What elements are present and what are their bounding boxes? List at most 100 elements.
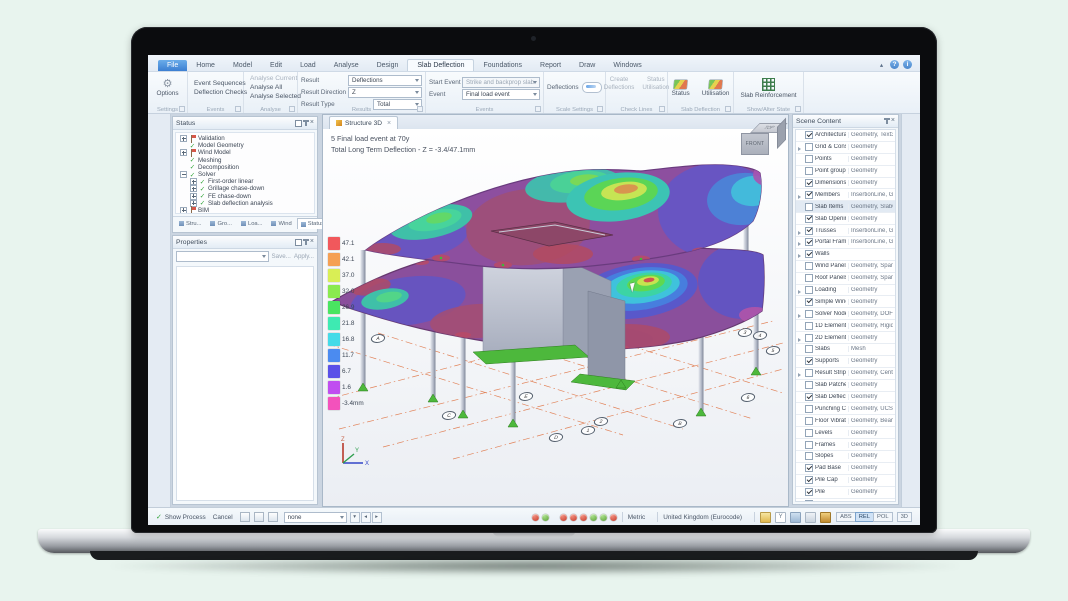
cancel-button[interactable]: Cancel <box>213 514 233 521</box>
visibility-checkbox[interactable] <box>805 250 813 258</box>
scene-content-row[interactable]: 2D Elements Geometry <box>796 332 895 344</box>
viewport-3d[interactable]: Structure 3D × 5 Final load event at 70y… <box>322 114 789 507</box>
scene-item-value[interactable]: Geometry <box>848 358 893 364</box>
scene-content-row[interactable]: Slopes Geometry <box>796 451 895 463</box>
scene-content-row[interactable]: Slab Patches Geometry <box>796 380 895 392</box>
scene-item-value[interactable]: Geometry <box>848 382 893 388</box>
expand-icon[interactable] <box>180 135 187 142</box>
scene-item-value[interactable]: Geometry, SlabOu... <box>848 204 893 210</box>
visibility-checkbox[interactable] <box>805 405 813 413</box>
start-event-dropdown[interactable]: Strike and backprop slab <box>462 77 540 88</box>
view-tab-structure-3d[interactable]: Structure 3D × <box>329 116 398 129</box>
scene-content-row[interactable]: Point groups Geometry <box>796 166 895 178</box>
scene-content-row[interactable]: Trusses InsertionLine, Geo... <box>796 225 895 237</box>
scene-content-row[interactable]: Dimensions Geometry <box>796 178 895 190</box>
ribbon-tab[interactable]: Analyse <box>325 60 368 71</box>
scene-content-row[interactable]: Pile Cap Geometry <box>796 475 895 487</box>
status-indicator[interactable] <box>610 514 617 521</box>
ribbon-tab[interactable]: Slab Deflection <box>407 59 474 71</box>
visibility-checkbox[interactable] <box>805 298 813 306</box>
scene-item-value[interactable]: Geometry <box>848 144 893 150</box>
ribbon-tab[interactable]: Windows <box>604 60 650 71</box>
ribbon-tab[interactable]: Foundations <box>474 60 531 71</box>
visibility-checkbox[interactable] <box>805 131 813 139</box>
expand-arrow-icon[interactable] <box>798 329 803 347</box>
visibility-checkbox[interactable] <box>805 393 813 401</box>
scene-item-value[interactable]: Geometry, Beams... <box>848 418 893 424</box>
event-dropdown[interactable]: Final load event <box>462 89 540 100</box>
close-icon[interactable]: × <box>891 118 895 124</box>
scene-content-row[interactable]: Punching Checks Geometry, UCS <box>796 403 895 415</box>
status-panel-tab[interactable]: Wind <box>267 218 295 229</box>
scene-item-value[interactable]: Geometry, Centre... <box>848 370 893 376</box>
help-icon[interactable]: ? <box>890 60 899 69</box>
status-tree-item[interactable]: Validation <box>178 135 312 142</box>
status-indicator[interactable] <box>580 514 587 521</box>
visibility-checkbox[interactable] <box>805 238 813 246</box>
visibility-checkbox[interactable] <box>805 286 813 294</box>
visibility-checkbox[interactable] <box>805 488 813 496</box>
mail-icon[interactable] <box>268 512 278 522</box>
analyse-all-button[interactable]: Analyse All <box>247 83 294 92</box>
status-indicator[interactable] <box>542 514 549 521</box>
scene-content-row[interactable]: Wind Panels Geometry, SpanD... <box>796 261 895 273</box>
visibility-checkbox[interactable] <box>805 143 813 151</box>
render-icon[interactable] <box>820 512 831 523</box>
scene-item-value[interactable]: Geometry <box>848 489 893 495</box>
scene-content-row[interactable]: Architectural Grids Geometry, Text3D <box>796 130 895 142</box>
status-tree-item[interactable]: Model Geometry <box>178 142 312 149</box>
expand-icon[interactable] <box>190 185 197 192</box>
scene-content-row[interactable]: Pile Geometry <box>796 487 895 499</box>
scene-content-row[interactable]: Pad Base Geometry <box>796 463 895 475</box>
status-indicator[interactable] <box>560 514 567 521</box>
scene-content-row[interactable]: Slabs Mesh <box>796 344 895 356</box>
status-panel-tab[interactable]: Loa... <box>237 218 267 229</box>
scene-item-value[interactable]: Geometry, RigidO... <box>848 323 893 329</box>
scene-item-value[interactable]: Geometry <box>848 168 893 174</box>
options-button[interactable]: ⚙ Options <box>151 74 184 102</box>
visibility-checkbox[interactable] <box>805 429 813 437</box>
pin-icon[interactable] <box>886 118 888 124</box>
scene-item-value[interactable]: Geometry, Box <box>848 501 893 502</box>
visibility-checkbox[interactable] <box>805 334 813 342</box>
scene-content-row[interactable]: Slab Items Geometry, SlabOu... <box>796 201 895 213</box>
paint-icon[interactable] <box>760 512 771 523</box>
ribbon-tab[interactable]: Model <box>224 60 261 71</box>
apply-button[interactable]: Apply... <box>294 253 314 260</box>
scene-content-row[interactable]: Portal Frames InsertionLine, Geo... <box>796 237 895 249</box>
scene-item-value[interactable]: Geometry <box>848 394 893 400</box>
result-dropdown[interactable]: Deflections <box>348 75 422 86</box>
view-cube-front[interactable]: FRONT <box>741 133 769 155</box>
scene-content-row[interactable]: Supports Geometry <box>796 356 895 368</box>
units-label[interactable]: Metric <box>628 514 645 521</box>
scene-content-row[interactable]: Loading Geometry <box>796 285 895 297</box>
visibility-checkbox[interactable] <box>805 464 813 472</box>
visibility-checkbox[interactable] <box>805 262 813 270</box>
scene-content-row[interactable]: Floor Vibration Checks Geometry, Beams..… <box>796 415 895 427</box>
scene-item-value[interactable]: Geometry <box>848 465 893 471</box>
visibility-checkbox[interactable] <box>805 274 813 282</box>
ribbon-tab[interactable]: Report <box>531 60 570 71</box>
scene-item-value[interactable]: Geometry <box>848 453 893 459</box>
pin-icon[interactable] <box>305 239 307 245</box>
mode-3d-button[interactable]: 3D <box>897 512 912 522</box>
visibility-checkbox[interactable] <box>805 155 813 163</box>
save-button[interactable]: Save... <box>272 253 291 260</box>
expand-arrow-icon[interactable] <box>798 305 803 323</box>
structure-3d-scene[interactable] <box>323 129 789 507</box>
properties-dropdown[interactable] <box>176 251 269 262</box>
visibility-checkbox[interactable] <box>805 500 813 502</box>
expand-arrow-icon[interactable] <box>798 138 803 156</box>
expand-icon[interactable] <box>180 207 187 214</box>
close-icon[interactable]: × <box>387 120 391 127</box>
scene-item-value[interactable]: InsertionLine, Geo... <box>848 228 893 234</box>
visibility-checkbox[interactable] <box>805 476 813 484</box>
printer-icon[interactable] <box>254 512 264 522</box>
analyse-selected-button[interactable]: Analyse Selected <box>247 92 294 101</box>
scene-content-row[interactable]: Slab Deflection Chec... Geometry <box>796 392 895 404</box>
scene-item-value[interactable]: Geometry <box>848 430 893 436</box>
status-panel-tab[interactable]: Stru... <box>175 218 205 229</box>
scene-content-row[interactable]: Result Strips Geometry, Centre... <box>796 368 895 380</box>
status-indicator[interactable] <box>532 514 539 521</box>
pin-icon[interactable] <box>305 120 307 126</box>
